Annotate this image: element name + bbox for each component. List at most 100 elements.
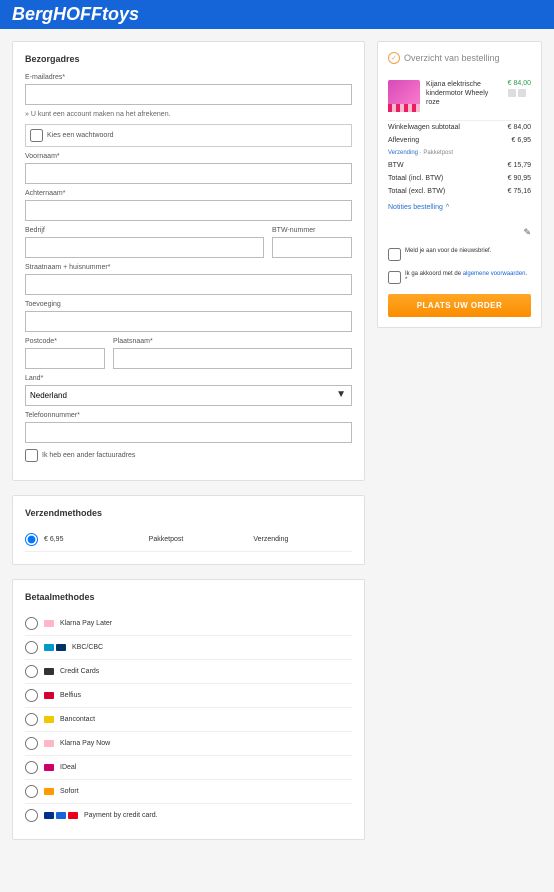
lastname-label: Achternaam [25, 190, 352, 197]
payment-label: Belfius [60, 692, 81, 699]
firstname-input[interactable] [25, 163, 352, 184]
total-excl-value: € 75,16 [508, 188, 531, 195]
addition-input[interactable] [25, 311, 352, 332]
lastname-input[interactable] [25, 200, 352, 221]
payment-brand-icon [68, 812, 78, 819]
shipping-option[interactable]: € 6,95PakketpostVerzending [25, 528, 352, 552]
payment-radio[interactable] [25, 665, 38, 678]
phone-input[interactable] [25, 422, 352, 443]
payment-option[interactable]: Sofort [25, 780, 352, 804]
shipping-methods-card: Verzendmethodes € 6,95PakketpostVerzendi… [12, 495, 365, 565]
diff-billing-row: Ik heb een ander factuuradres [25, 449, 352, 462]
terms-link[interactable]: algemene voorwaarden [463, 271, 526, 277]
remove-item-icon[interactable] [518, 89, 526, 97]
diff-billing-label: Ik heb een ander factuuradres [42, 452, 135, 459]
addition-label: Toevoeging [25, 301, 352, 308]
payment-option[interactable]: Bancontact [25, 708, 352, 732]
payment-methods-title: Betaalmethodes [25, 592, 352, 602]
shipping-value: € 6,95 [512, 137, 531, 144]
vat-input[interactable] [272, 237, 352, 258]
payment-brand-icon [44, 692, 54, 699]
choose-password-checkbox[interactable] [30, 129, 43, 142]
payment-label: Credit Cards [60, 668, 99, 675]
payment-brand-icon [44, 668, 54, 675]
order-summary-title: Overzicht van bestelling [404, 53, 500, 63]
terms-label: Ik ga akkoord met de algemene voorwaarde… [405, 271, 531, 283]
logo-text: BergHOFFtoys [12, 4, 139, 24]
shipping-sub-l: Verzending [388, 150, 418, 156]
shipping-methods-title: Verzendmethodes [25, 508, 352, 518]
order-summary-card: ✓ Overzicht van bestelling Kijana elektr… [377, 41, 542, 328]
payment-brand-icon [44, 788, 54, 795]
payment-option[interactable]: IDeal [25, 756, 352, 780]
payment-brand-icon [44, 644, 54, 651]
account-hint: » U kunt een account maken na het afreke… [25, 111, 352, 118]
company-input[interactable] [25, 237, 264, 258]
order-notes-toggle[interactable]: Notities bestelling ^ [388, 204, 531, 211]
shipping-sub-r: Pakketpost [423, 150, 453, 156]
street-input[interactable] [25, 274, 352, 295]
delivery-address-card: Bezorgadres E-mailadres » U kunt een acc… [12, 41, 365, 481]
payment-label: Klarna Pay Now [60, 740, 110, 747]
subtotal-value: € 84,00 [508, 124, 531, 131]
payment-option[interactable]: Klarna Pay Now [25, 732, 352, 756]
payment-option[interactable]: Payment by credit card. [25, 804, 352, 827]
subtotal-label: Winkelwagen subtotaal [388, 124, 460, 131]
payment-label: KBC/CBC [72, 644, 103, 651]
check-icon: ✓ [388, 52, 400, 64]
newsletter-label: Meld je aan voor de nieuwsbrief. [405, 248, 491, 254]
payment-radio[interactable] [25, 785, 38, 798]
edit-qty-icon[interactable] [508, 89, 516, 97]
payment-brand-icon [56, 812, 66, 819]
edit-notes-icon[interactable]: ✎ [523, 227, 531, 238]
newsletter-checkbox[interactable] [388, 248, 401, 261]
email-input[interactable] [25, 84, 352, 105]
terms-checkbox[interactable] [388, 271, 401, 284]
choose-password-label: Kies een wachtwoord [47, 132, 114, 139]
choose-password-row: Kies een wachtwoord [25, 124, 352, 147]
shipping-radio[interactable] [25, 533, 38, 546]
place-order-button[interactable]: PLAATS UW ORDER [388, 294, 531, 317]
company-label: Bedrijf [25, 227, 264, 234]
country-select[interactable]: Nederland [25, 385, 352, 406]
payment-methods-card: Betaalmethodes Klarna Pay Later KBC/CBC Cr… [12, 579, 365, 840]
payment-radio[interactable] [25, 761, 38, 774]
vat-label: BTW-nummer [272, 227, 352, 234]
payment-radio[interactable] [25, 809, 38, 822]
total-incl-value: € 90,95 [508, 175, 531, 182]
payment-option[interactable]: KBC/CBC [25, 636, 352, 660]
tax-label: BTW [388, 162, 404, 169]
payment-option[interactable]: Credit Cards [25, 660, 352, 684]
payment-brand-icon [44, 620, 54, 627]
payment-radio[interactable] [25, 713, 38, 726]
payment-brand-icon [44, 740, 54, 747]
postcode-input[interactable] [25, 348, 105, 369]
product-thumbnail [388, 80, 420, 112]
payment-radio[interactable] [25, 689, 38, 702]
payment-brand-icon [44, 764, 54, 771]
total-incl-label: Totaal (incl. BTW) [388, 175, 443, 182]
total-excl-label: Totaal (excl. BTW) [388, 188, 445, 195]
phone-label: Telefoonnummer [25, 412, 352, 419]
firstname-label: Voornaam [25, 153, 352, 160]
payment-radio[interactable] [25, 617, 38, 630]
payment-label: Sofort [60, 788, 79, 795]
site-header: BergHOFFtoys [0, 0, 554, 29]
summary-product-row: Kijana elektrische kindermotor Wheely ro… [388, 72, 531, 121]
payment-option[interactable]: Klarna Pay Later [25, 612, 352, 636]
street-label: Straatnaam + huisnummer [25, 264, 352, 271]
product-name: Kijana elektrische kindermotor Wheely ro… [426, 80, 502, 112]
postcode-label: Postcode [25, 338, 105, 345]
payment-brand-icon [56, 644, 66, 651]
payment-radio[interactable] [25, 737, 38, 750]
city-input[interactable] [113, 348, 352, 369]
payment-radio[interactable] [25, 641, 38, 654]
diff-billing-checkbox[interactable] [25, 449, 38, 462]
payment-label: IDeal [60, 764, 76, 771]
delivery-address-title: Bezorgadres [25, 54, 352, 64]
city-label: Plaatsnaam [113, 338, 352, 345]
payment-brand-icon [44, 812, 54, 819]
product-price: € 84,00 [508, 80, 531, 87]
chevron-up-icon: ^ [446, 204, 449, 211]
payment-option[interactable]: Belfius [25, 684, 352, 708]
